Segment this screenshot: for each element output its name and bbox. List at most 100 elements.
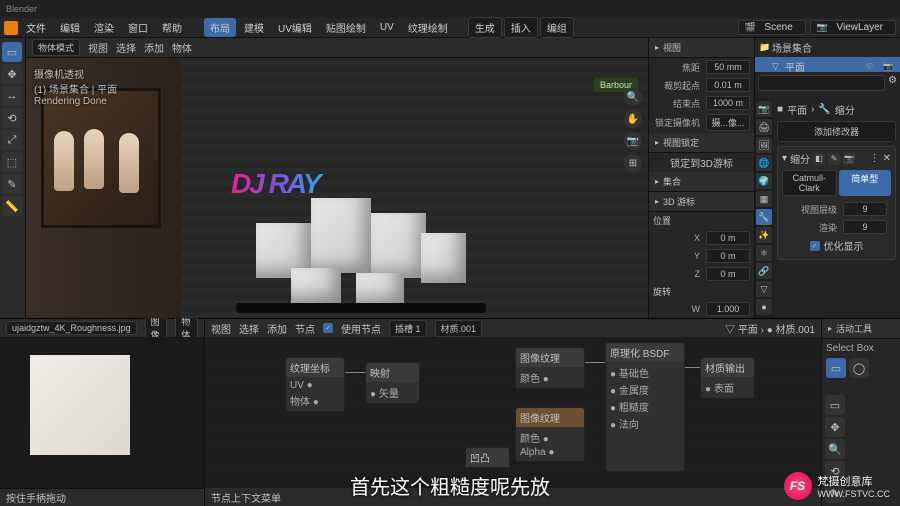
tool-scale[interactable]: ⤢	[2, 130, 22, 150]
menu-file[interactable]: 文件	[20, 18, 52, 37]
tab-physics[interactable]: ⚛	[756, 245, 772, 261]
tab-constraint[interactable]: 🔗	[756, 263, 772, 279]
mode-dropdown[interactable]: 生成	[468, 17, 502, 38]
label: 优化显示	[824, 238, 864, 253]
vp-menu-view[interactable]: 视图	[88, 40, 108, 55]
material-select[interactable]: 材质.001	[435, 320, 483, 337]
mode-select[interactable]: 物体模式	[32, 39, 80, 56]
clip-end-input[interactable]: 1000 m	[706, 96, 750, 110]
select-mode[interactable]: ◯	[849, 358, 869, 378]
section-collections[interactable]: 集合	[649, 172, 754, 192]
tool-icon[interactable]: ▭	[825, 395, 845, 415]
section-cursor[interactable]: 3D 游标	[649, 192, 754, 212]
clip-start-input[interactable]: 0.01 m	[706, 78, 750, 92]
tool-select-box[interactable]: ▭	[2, 42, 22, 62]
menu-render[interactable]: 渲染	[88, 18, 120, 37]
tab-view[interactable]: 🖼	[756, 137, 772, 153]
viewport-overlay: 摄像机透视 (1) 场景集合 | 平面 Rendering Done	[34, 66, 117, 107]
use-nodes-check[interactable]: ✓	[323, 323, 333, 333]
algo-simple[interactable]: 简单型	[839, 170, 891, 196]
workspace-tab-layout[interactable]: 布局	[204, 18, 236, 37]
tab-data[interactable]: ▽	[756, 281, 772, 297]
section-active-tool[interactable]: 活动工具	[822, 319, 900, 339]
tool-measure[interactable]: 📏	[2, 196, 22, 216]
image-editor[interactable]: ujaidgztw_4K_Roughness.jpg 图像 物体 按住手柄拖动	[0, 319, 205, 506]
tool-annotate[interactable]: ✎	[2, 174, 22, 194]
vp-menu-add[interactable]: 添加	[144, 40, 164, 55]
menu-help[interactable]: 帮助	[156, 18, 188, 37]
tab-object[interactable]: ▦	[756, 191, 772, 207]
workspace-tab[interactable]: UV编辑	[272, 18, 318, 37]
mod-realtime-icon[interactable]: ◧	[813, 153, 825, 165]
n-panel: 视图 焦距50 mm 裁剪起点0.01 m 结束点1000 m 锁定摄像机摄..…	[649, 38, 755, 318]
lock-camera-input[interactable]: 摄...像...	[706, 114, 750, 131]
grid-icon[interactable]: ⊞	[624, 154, 642, 172]
tab-render[interactable]: 📷	[756, 101, 772, 117]
footer-hint: 节点上下文菜单	[211, 490, 281, 505]
tab-output[interactable]: 🖨	[756, 119, 772, 135]
chevron-down-icon[interactable]: ⋮	[870, 153, 880, 164]
algo-catmull[interactable]: Catmull-Clark	[782, 170, 836, 196]
collection-icon: 📁	[759, 42, 769, 53]
rot-w[interactable]: 1.000	[706, 302, 750, 316]
app-title: Blender	[6, 4, 37, 14]
workspace-tab[interactable]: UV	[374, 20, 400, 35]
tab-world[interactable]: 🌍	[756, 173, 772, 189]
scene-field[interactable]: 🎬 Scene	[738, 20, 806, 35]
img-file[interactable]: ujaidgztw_4K_Roughness.jpg	[6, 321, 137, 335]
subtitle-text: 首先这个粗糙度呢先放	[350, 471, 550, 500]
toolbar: ▭ ✥ ↔ ⟲ ⤢ ⬚ ✎ 📏	[0, 38, 26, 318]
select-mode[interactable]: ▭	[826, 358, 846, 378]
subdiv-render[interactable]: 9	[843, 220, 887, 234]
outliner-item[interactable]: ▽平面👁 📷	[755, 57, 900, 72]
tool-rotate[interactable]: ⟲	[2, 108, 22, 128]
menu-edit[interactable]: 编辑	[54, 18, 86, 37]
zoom-icon[interactable]: 🔍	[624, 88, 642, 106]
ne-menu[interactable]: 选择	[239, 321, 259, 336]
close-icon[interactable]: ✕	[883, 153, 891, 164]
search-input[interactable]	[758, 75, 885, 91]
ne-menu[interactable]: 视图	[211, 321, 231, 336]
loc-x[interactable]: 0 m	[706, 231, 750, 245]
mod-render-icon[interactable]: 📷	[843, 153, 855, 165]
tool-icon[interactable]: ✥	[825, 417, 845, 437]
section-lock[interactable]: 视图锁定	[649, 133, 754, 153]
tab-modifier[interactable]: 🔧	[756, 209, 772, 225]
slot-select[interactable]: 插槽 1	[389, 320, 427, 337]
tab-scene[interactable]: 🌐	[756, 155, 772, 171]
tool-icon[interactable]: 🔍	[825, 439, 845, 459]
tool-transform[interactable]: ⬚	[2, 152, 22, 172]
modifier-name: 缩分	[790, 151, 810, 166]
menu-window[interactable]: 窗口	[122, 18, 154, 37]
tab-particle[interactable]: ✨	[756, 227, 772, 243]
ne-menu[interactable]: 添加	[267, 321, 287, 336]
workspace-tab[interactable]: 纹理绘制	[402, 18, 454, 37]
pan-icon[interactable]: ✋	[624, 110, 642, 128]
viewlayer-field[interactable]: 📷 ViewLayer	[810, 20, 896, 35]
tab-material[interactable]: ●	[756, 299, 772, 315]
subdiv-viewport[interactable]: 9	[843, 202, 887, 216]
ne-menu[interactable]: 节点	[295, 321, 315, 336]
tool-cursor[interactable]: ✥	[2, 64, 22, 84]
footer-hint: 按住手柄拖动	[6, 490, 66, 505]
workspace-tab[interactable]: 建模	[238, 18, 270, 37]
loc-y[interactable]: 0 m	[706, 249, 750, 263]
optimize-checkbox[interactable]: ✓	[810, 241, 820, 251]
add-modifier-button[interactable]: 添加修改器	[777, 121, 896, 142]
section-view[interactable]: 视图	[649, 38, 754, 58]
mod-edit-icon[interactable]: ✎	[828, 153, 840, 165]
mode-dropdown[interactable]: 编组	[540, 17, 574, 38]
mode-dropdown[interactable]: 插入	[504, 17, 538, 38]
viewport-3d[interactable]: 物体模式 视图 选择 添加 物体 Barbour DJ RAY	[26, 38, 648, 318]
outliner[interactable]: 📁场景集合 ▽平面👁 📷▽摄像机👁 📷▽立方体👁 📷▽立方体.001👁 📷▽立方…	[755, 38, 900, 72]
loc-z[interactable]: 0 m	[706, 267, 750, 281]
camera-icon[interactable]: 📷	[624, 132, 642, 150]
vp-menu-object[interactable]: 物体	[172, 40, 192, 55]
filter-icon[interactable]: ⚙	[888, 75, 897, 91]
tool-move[interactable]: ↔	[2, 86, 22, 106]
vp-menu-select[interactable]: 选择	[116, 40, 136, 55]
focal-input[interactable]: 50 mm	[706, 60, 750, 74]
lock-to-cursor[interactable]: 锁定到3D游标	[670, 155, 733, 170]
blender-logo-icon	[4, 21, 18, 35]
workspace-tab[interactable]: 贴图绘制	[320, 18, 372, 37]
